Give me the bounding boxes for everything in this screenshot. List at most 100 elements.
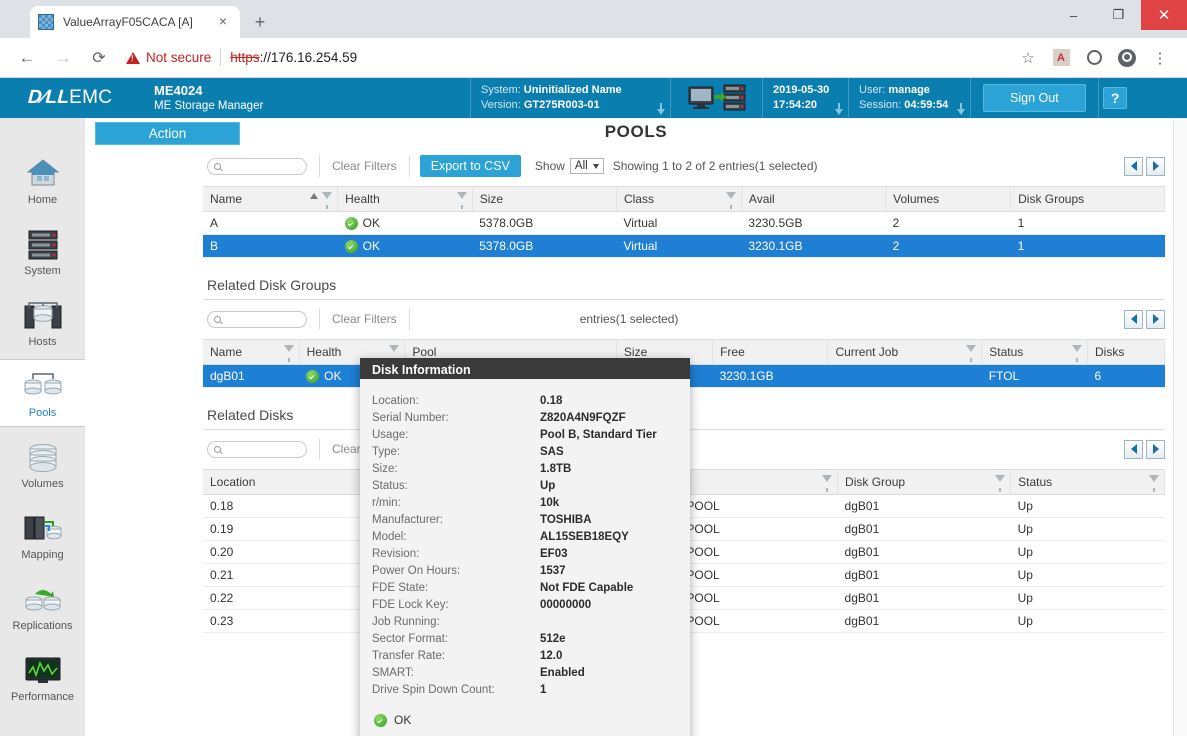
pdf-extension-icon[interactable]: A: [1046, 43, 1076, 73]
host-array-graphic: [688, 84, 745, 111]
forward-icon[interactable]: →: [48, 43, 78, 73]
col-current-job[interactable]: Current Job: [827, 339, 983, 365]
cell-class: Virtual: [616, 234, 742, 258]
dialog-ok-button[interactable]: OK: [360, 699, 690, 731]
reload-icon[interactable]: ⟳: [84, 43, 114, 73]
sort-ascending-icon[interactable]: [310, 193, 319, 199]
export-csv-button[interactable]: Export to CSV: [419, 155, 521, 177]
prev-page-button[interactable]: [1124, 439, 1143, 459]
chevron-down-icon[interactable]: [957, 109, 965, 115]
datetime-info[interactable]: 2019-05-30 17:54:20: [762, 78, 848, 118]
help-icon[interactable]: ?: [1103, 87, 1128, 109]
col-name[interactable]: Name: [203, 186, 339, 212]
col-disk-group[interactable]: Disk Group: [837, 469, 1012, 495]
col-health[interactable]: Health: [337, 186, 473, 212]
page-scrollbar[interactable]: [1173, 118, 1187, 736]
filter-icon[interactable]: [1149, 475, 1159, 492]
col-volumes[interactable]: Volumes: [885, 186, 1012, 212]
clear-filters-button[interactable]: Clear Filters: [319, 308, 410, 330]
sidebar-item-volumes[interactable]: Volumes: [0, 430, 85, 498]
filter-icon[interactable]: [322, 192, 333, 209]
cell-current-job: [827, 364, 982, 388]
close-icon[interactable]: ×: [214, 13, 232, 31]
cell-disk-group: dgB01: [837, 540, 1011, 564]
next-page-button[interactable]: [1146, 309, 1165, 329]
chevron-down-icon[interactable]: [835, 109, 843, 115]
sidebar-item-pools[interactable]: Pools: [0, 359, 85, 427]
col-label: Health: [306, 345, 342, 359]
filter-icon[interactable]: [822, 475, 833, 492]
col-size[interactable]: Size: [472, 186, 617, 212]
clear-filters-button[interactable]: Clear Filters: [319, 155, 410, 177]
filter-icon[interactable]: [995, 475, 1006, 492]
pools-table: Name Health Size Class Avail Volumes Dis…: [203, 186, 1165, 258]
sign-out-button[interactable]: Sign Out: [983, 84, 1086, 112]
table-row[interactable]: B OK 5378.0GB Virtual 3230.1GB 2 1: [203, 234, 1165, 258]
col-label: Disks: [1095, 345, 1125, 359]
system-info[interactable]: System: Uninitialized Name Version: GT27…: [470, 78, 670, 118]
field-label: Serial Number:: [372, 412, 449, 424]
filter-icon[interactable]: [389, 345, 400, 362]
filter-icon[interactable]: [1072, 345, 1083, 362]
col-status[interactable]: Status: [1010, 469, 1165, 495]
product-title: ME4024 ME Storage Manager: [140, 78, 470, 118]
search-input[interactable]: [207, 310, 307, 328]
field-label: Sector Format:: [372, 633, 449, 645]
health-ok-icon: [344, 239, 358, 253]
search-input[interactable]: [207, 157, 307, 175]
filter-icon[interactable]: [456, 192, 467, 209]
maximize-button[interactable]: ❐: [1096, 0, 1141, 30]
col-free[interactable]: Free: [712, 339, 829, 365]
filter-icon[interactable]: [725, 192, 736, 209]
close-window-button[interactable]: ✕: [1141, 0, 1187, 30]
hosts-icon: [24, 302, 61, 329]
extension-ring-icon[interactable]: [1079, 43, 1109, 73]
health-ok-icon: [306, 369, 320, 383]
col-label: Name: [210, 345, 243, 359]
browser-menu-icon[interactable]: ⋮: [1145, 43, 1175, 73]
field-value: Pool B, Standard Tier: [540, 429, 657, 441]
ring-glyph: [1086, 50, 1102, 65]
dialog-field: r/min: 10k: [360, 495, 690, 512]
sidebar-item-system[interactable]: System: [0, 217, 85, 285]
disks-pager: [1124, 439, 1165, 459]
filter-icon[interactable]: [966, 345, 977, 362]
next-page-button[interactable]: [1146, 156, 1165, 176]
disk-groups-pager: [1124, 309, 1165, 329]
cell-disk-group: dgB01: [837, 563, 1011, 587]
field-value: Z820A4N9FQZF: [540, 412, 626, 424]
show-select[interactable]: All: [569, 158, 604, 174]
sidebar-item-mapping[interactable]: Mapping: [0, 501, 85, 569]
brand-emc: EMC: [69, 87, 113, 108]
search-icon: [214, 315, 221, 323]
col-disks[interactable]: Disks: [1087, 339, 1165, 365]
minimize-button[interactable]: –: [1051, 0, 1096, 30]
back-icon[interactable]: ←: [12, 43, 42, 73]
col-disk-groups[interactable]: Disk Groups: [1010, 186, 1165, 212]
sidebar-item-replications[interactable]: Replications: [0, 572, 85, 640]
filter-icon[interactable]: [283, 345, 294, 362]
col-status[interactable]: Status: [981, 339, 1089, 365]
next-page-button[interactable]: [1146, 439, 1165, 459]
prev-page-button[interactable]: [1124, 309, 1143, 329]
sidebar-item-performance[interactable]: Performance: [0, 643, 85, 711]
brand-dell: D∕LL: [25, 87, 72, 108]
connection-status-icon: [670, 78, 762, 118]
window-controls: – ❐ ✕: [1051, 0, 1187, 30]
search-input[interactable]: [207, 440, 307, 458]
new-tab-button[interactable]: +: [246, 8, 274, 36]
table-row[interactable]: A OK 5378.0GB Virtual 3230.5GB 2 1: [203, 211, 1165, 235]
sidebar-item-home[interactable]: Home: [0, 146, 85, 214]
profile-avatar-icon[interactable]: [1112, 43, 1142, 73]
prev-page-button[interactable]: [1124, 156, 1143, 176]
col-name[interactable]: Name: [203, 339, 300, 365]
user-info[interactable]: User: manage Session: 04:59:54: [848, 78, 970, 118]
col-avail[interactable]: Avail: [741, 186, 887, 212]
bookmark-star-icon[interactable]: ☆: [1013, 43, 1043, 73]
sidebar-item-hosts[interactable]: Hosts: [0, 288, 85, 356]
address-bar[interactable]: Not secure https ://176.16.254.59: [126, 49, 1010, 66]
chevron-down-icon[interactable]: [657, 109, 665, 115]
col-class[interactable]: Class: [616, 186, 742, 212]
browser-tab[interactable]: ValueArrayF05CACA [A] ×: [30, 6, 240, 38]
session-value: 04:59:54: [904, 99, 949, 111]
